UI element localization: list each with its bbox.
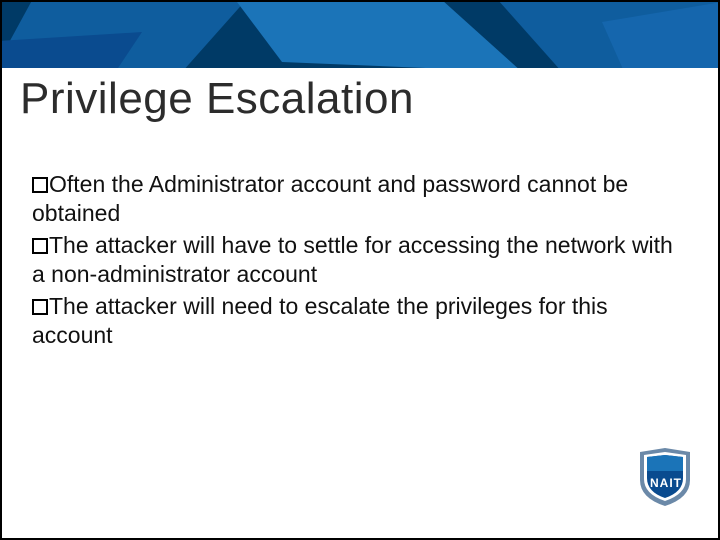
slide-title: Privilege Escalation bbox=[20, 74, 414, 124]
logo-text: NAIT bbox=[650, 476, 682, 490]
bullet-text: Often the Administrator account and pass… bbox=[32, 171, 628, 226]
slide-content: Often the Administrator account and pass… bbox=[32, 170, 678, 353]
slide-container: Privilege Escalation Often the Administr… bbox=[0, 0, 720, 540]
bullet-item: The attacker will need to escalate the p… bbox=[32, 292, 678, 351]
bullet-item: Often the Administrator account and pass… bbox=[32, 170, 678, 229]
bullet-icon bbox=[32, 238, 48, 254]
bullet-icon bbox=[32, 299, 48, 315]
bullet-icon bbox=[32, 177, 48, 193]
bullet-item: The attacker will have to settle for acc… bbox=[32, 231, 678, 290]
nait-logo: NAIT bbox=[638, 448, 698, 520]
bullet-text: The attacker will have to settle for acc… bbox=[32, 232, 673, 287]
bullet-text: The attacker will need to escalate the p… bbox=[32, 293, 608, 348]
